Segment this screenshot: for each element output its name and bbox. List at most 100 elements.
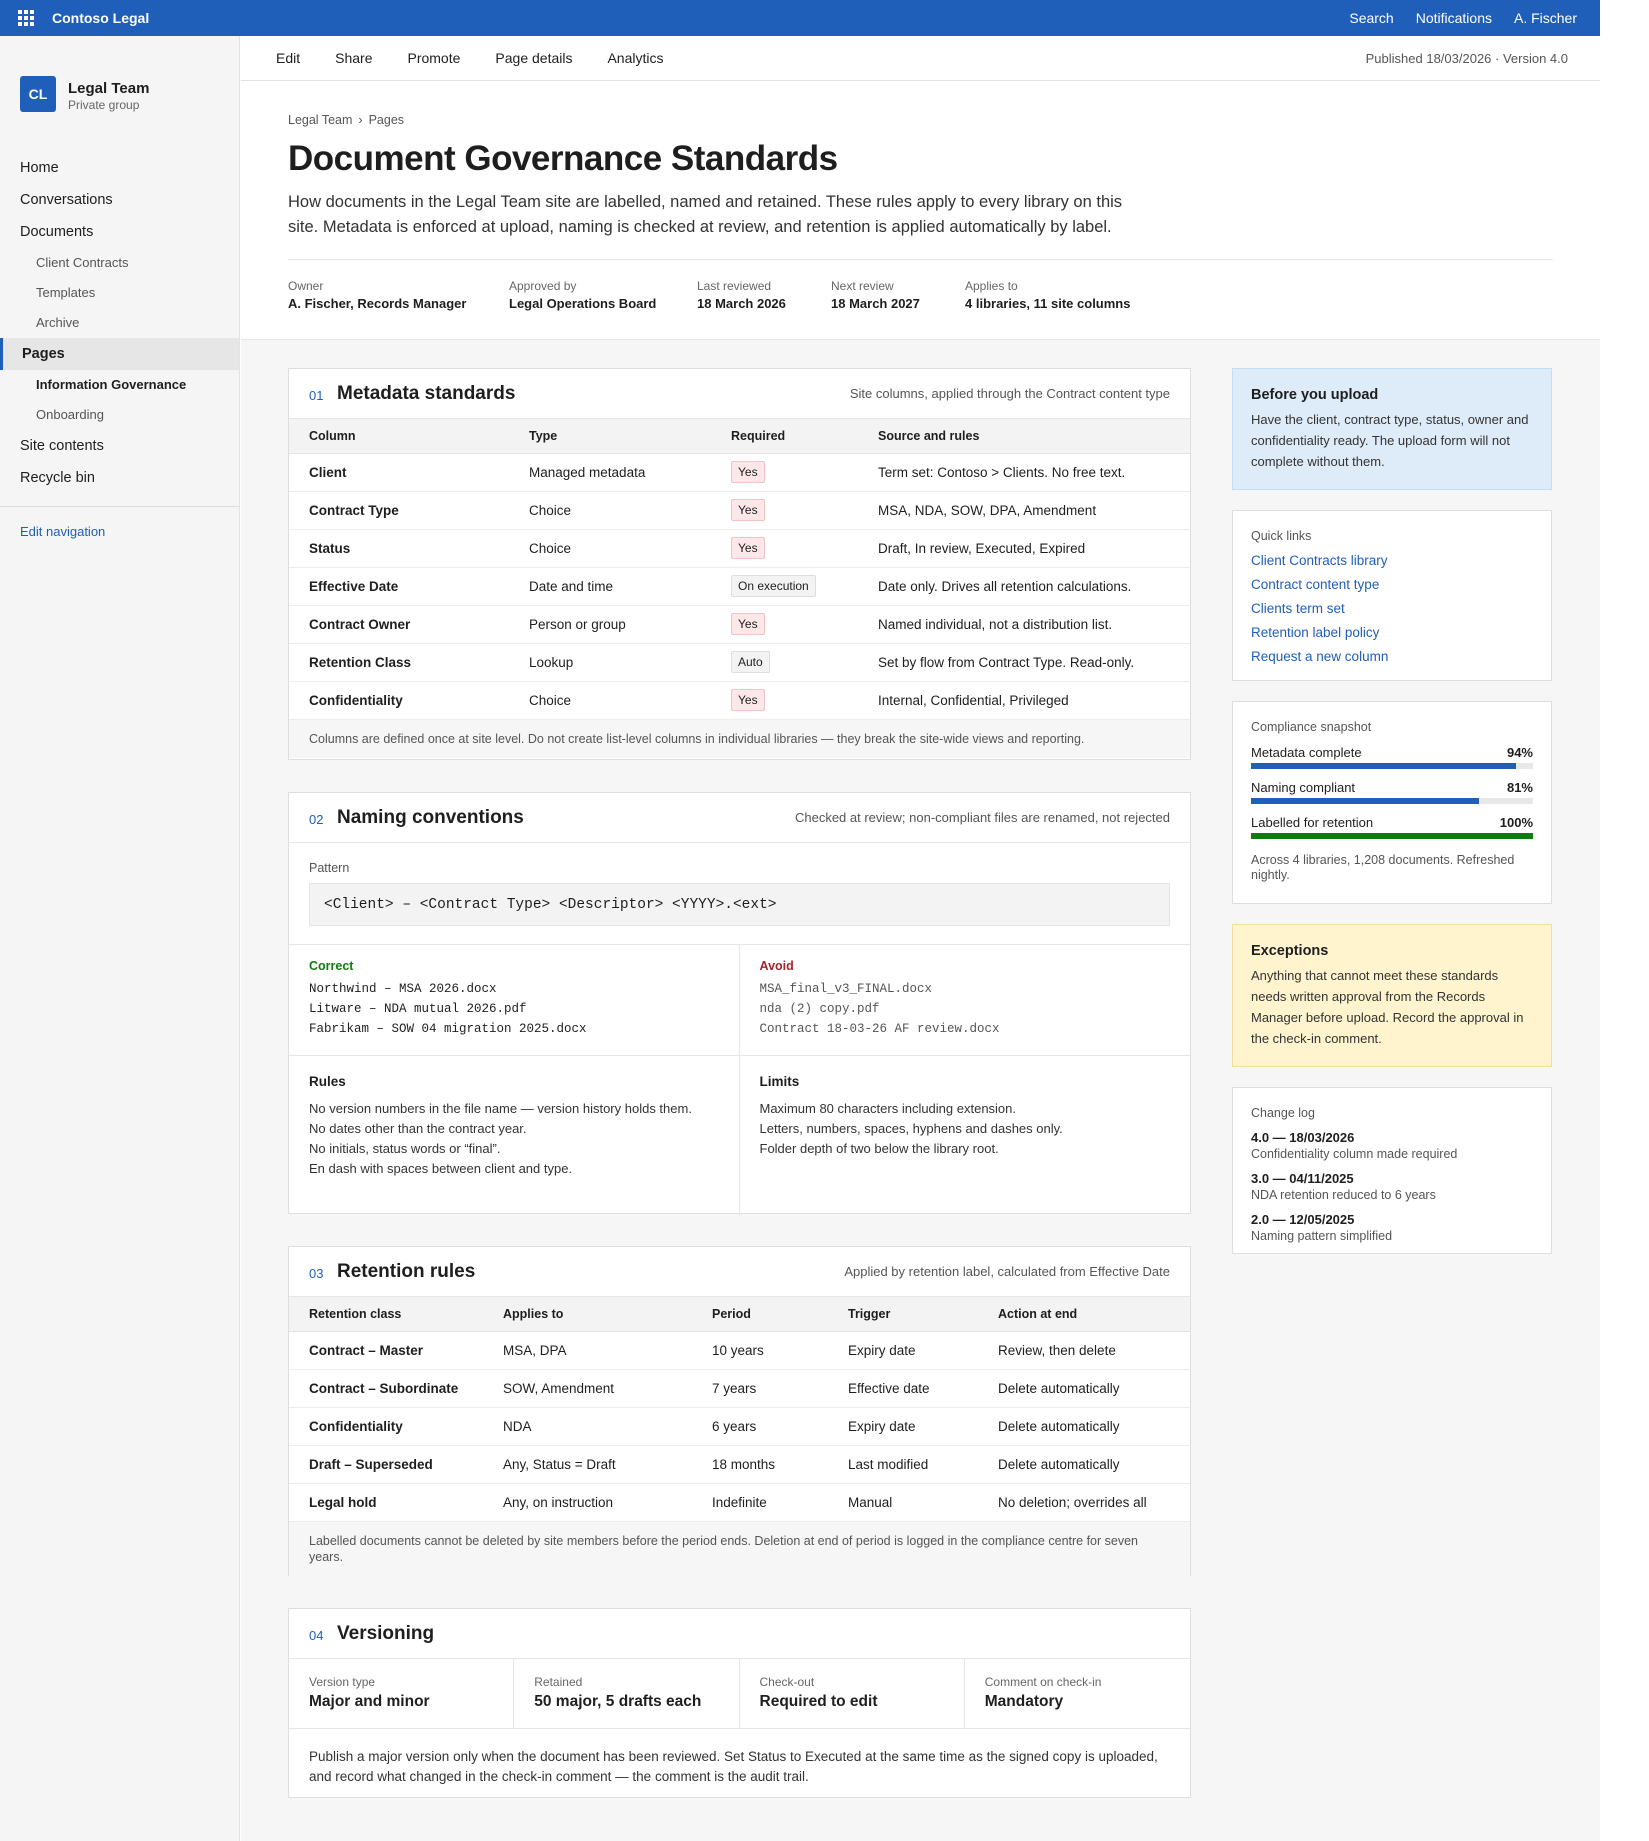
quick-link-client-contracts[interactable]: Client Contracts library bbox=[1251, 549, 1533, 573]
change-log-entry: 4.0 — 18/03/2026 Confidentiality column m… bbox=[1251, 1130, 1458, 1161]
quick-link-term-set[interactable]: Clients term set bbox=[1251, 597, 1533, 621]
quick-link-content-type[interactable]: Contract content type bbox=[1251, 573, 1533, 597]
required-badge: Yes bbox=[731, 499, 765, 521]
limits-list: Maximum 80 characters including extensio… bbox=[760, 1099, 1171, 1159]
edit-navigation-link[interactable]: Edit navigation bbox=[0, 517, 239, 547]
cell: Delete automatically bbox=[978, 1369, 1190, 1408]
search-link[interactable]: Search bbox=[1349, 10, 1393, 26]
nav-item-information-governance[interactable]: Information Governance bbox=[0, 370, 239, 400]
example-filename: MSA_final_v3_FINAL.docx bbox=[759, 982, 933, 996]
cell: Contract Owner bbox=[289, 605, 509, 644]
meta-approved-by: Approved by Legal Operations Board bbox=[509, 279, 657, 311]
metric-value: 81% bbox=[1506, 780, 1533, 795]
box-title: Exceptions bbox=[1251, 943, 1329, 959]
cell: 18 months bbox=[692, 1445, 828, 1484]
site-logo[interactable]: CL bbox=[20, 76, 56, 112]
column-header: Applies to bbox=[483, 1297, 692, 1332]
analytics-button[interactable]: Analytics bbox=[607, 50, 663, 66]
exceptions-box: Exceptions Anything that cannot meet the… bbox=[1232, 924, 1552, 1067]
meta-next-review: Next review 18 March 2027 bbox=[831, 279, 920, 311]
nav-item-templates[interactable]: Templates bbox=[0, 278, 239, 308]
nav-item-pages[interactable]: Pages bbox=[0, 338, 239, 370]
cell: Last modified bbox=[828, 1445, 978, 1484]
correct-examples: Northwind – MSA 2026.docx Litware – NDA … bbox=[309, 979, 719, 1039]
user-menu[interactable]: A. Fischer bbox=[1514, 10, 1577, 26]
example-filename: Litware – NDA mutual 2026.pdf bbox=[309, 1002, 527, 1016]
avoid-label: Avoid bbox=[759, 959, 794, 973]
rule-item: No initials, status words or “final”. bbox=[309, 1141, 501, 1156]
quick-link-request-column[interactable]: Request a new column bbox=[1251, 645, 1533, 669]
metric-value: 100% bbox=[1499, 815, 1533, 830]
promote-button[interactable]: Promote bbox=[407, 50, 460, 66]
cell: Confidentiality bbox=[289, 1407, 483, 1446]
nav-item-client-contracts[interactable]: Client Contracts bbox=[0, 248, 239, 278]
share-button[interactable]: Share bbox=[335, 50, 372, 66]
suite-bar: Contoso Legal Search Notifications A. Fi… bbox=[0, 0, 1600, 36]
nav-item-site-contents[interactable]: Site contents bbox=[0, 430, 239, 462]
table-row: Legal hold Any, on instruction Indefinite M… bbox=[289, 1483, 1190, 1522]
edit-button[interactable]: Edit bbox=[276, 50, 300, 66]
breadcrumb: Legal Team › Pages bbox=[288, 113, 404, 127]
notifications-link[interactable]: Notifications bbox=[1416, 10, 1492, 26]
section-note: Applied by retention label, calculated f… bbox=[844, 1264, 1170, 1279]
example-filename: Contract 18-03-26 AF review.docx bbox=[759, 1022, 1000, 1036]
section-note: Checked at review; non-compliant files a… bbox=[794, 810, 1170, 825]
publish-info: Published 18/03/2026 · Version 4.0 bbox=[1365, 50, 1568, 66]
avoid-examples: MSA_final_v3_FINAL.docx nda (2) copy.pdf… bbox=[760, 979, 1171, 1039]
cell: Review, then delete bbox=[978, 1331, 1190, 1370]
limits-label: Limits bbox=[759, 1074, 800, 1089]
nav-item-conversations[interactable]: Conversations bbox=[0, 184, 239, 216]
table-row: Retention Class Lookup Auto Set by flow fro… bbox=[289, 643, 1190, 682]
limit-item: Letters, numbers, spaces, hyphens and da… bbox=[759, 1121, 1063, 1136]
check-in-comment-fact: Comment on check-in Mandatory bbox=[984, 1675, 1102, 1710]
table-row: Effective Date Date and time On execution D… bbox=[289, 567, 1190, 606]
nav-item-home[interactable]: Home bbox=[0, 152, 239, 184]
retained-fact: Retained 50 major, 5 drafts each bbox=[514, 1659, 740, 1728]
cell: Delete automatically bbox=[978, 1407, 1190, 1446]
nav-item-recycle-bin[interactable]: Recycle bin bbox=[0, 462, 239, 494]
column-header: Required bbox=[711, 419, 858, 454]
page-details-button[interactable]: Page details bbox=[495, 50, 572, 66]
nav-item-onboarding[interactable]: Onboarding bbox=[0, 400, 239, 430]
box-title: Change log bbox=[1251, 1106, 1315, 1120]
cell: Date and time bbox=[509, 567, 711, 606]
rules-list: No version numbers in the file name — ve… bbox=[309, 1099, 719, 1179]
required-badge: Yes bbox=[731, 689, 765, 711]
app-launcher-icon[interactable] bbox=[0, 0, 52, 36]
nav-item-archive[interactable]: Archive bbox=[0, 308, 239, 338]
cell: Expiry date bbox=[828, 1407, 978, 1446]
cell: 7 years bbox=[692, 1369, 828, 1408]
section-title: Versioning bbox=[337, 1622, 435, 1644]
cell: Choice bbox=[509, 681, 711, 720]
cell: Manual bbox=[828, 1483, 978, 1522]
cell: Legal hold bbox=[289, 1483, 483, 1522]
quick-link-retention-policy[interactable]: Retention label policy bbox=[1251, 621, 1533, 645]
cell: Managed metadata bbox=[509, 453, 711, 492]
column-header: Trigger bbox=[828, 1297, 978, 1332]
section-number: 03 bbox=[309, 1265, 324, 1281]
breadcrumb-item[interactable]: Pages bbox=[369, 113, 404, 127]
table-row: Contract – Subordinate SOW, Amendment 7 ye… bbox=[289, 1369, 1190, 1408]
section-number: 04 bbox=[309, 1627, 324, 1643]
breadcrumb-item[interactable]: Legal Team bbox=[288, 113, 352, 127]
table-row: Confidentiality Choice Yes Internal, Confid… bbox=[289, 681, 1190, 720]
page-header: Legal Team › Pages Document Governance Sta… bbox=[241, 81, 1600, 340]
header-divider bbox=[288, 259, 1553, 260]
required-badge: On execution bbox=[731, 575, 816, 597]
naming-pattern: <Client> – <Contract Type> <Descriptor> … bbox=[309, 883, 1170, 926]
nav-item-documents[interactable]: Documents bbox=[0, 216, 239, 248]
progress-bar bbox=[1251, 798, 1533, 804]
metric-label: Metadata complete bbox=[1251, 745, 1362, 760]
suite-title[interactable]: Contoso Legal bbox=[52, 10, 149, 26]
table-row: Contract – Master MSA, DPA 10 years Expiry … bbox=[289, 1331, 1190, 1370]
box-text: Anything that cannot meet these standard… bbox=[1251, 968, 1524, 1046]
limit-item: Folder depth of two below the library ro… bbox=[759, 1141, 999, 1156]
cell: MSA, DPA bbox=[483, 1331, 692, 1370]
left-navigation: CL Legal Team Private group Home Convers… bbox=[0, 36, 240, 1841]
site-name[interactable]: Legal Team bbox=[68, 80, 149, 97]
change-log-entry: 2.0 — 12/05/2025 Naming pattern simplifie… bbox=[1251, 1212, 1393, 1243]
cell: Expiry date bbox=[828, 1331, 978, 1370]
required-badge: Yes bbox=[731, 537, 765, 559]
meta-last-reviewed: Last reviewed 18 March 2026 bbox=[697, 279, 786, 311]
before-upload-box: Before you upload Have the client, contr… bbox=[1232, 368, 1552, 490]
